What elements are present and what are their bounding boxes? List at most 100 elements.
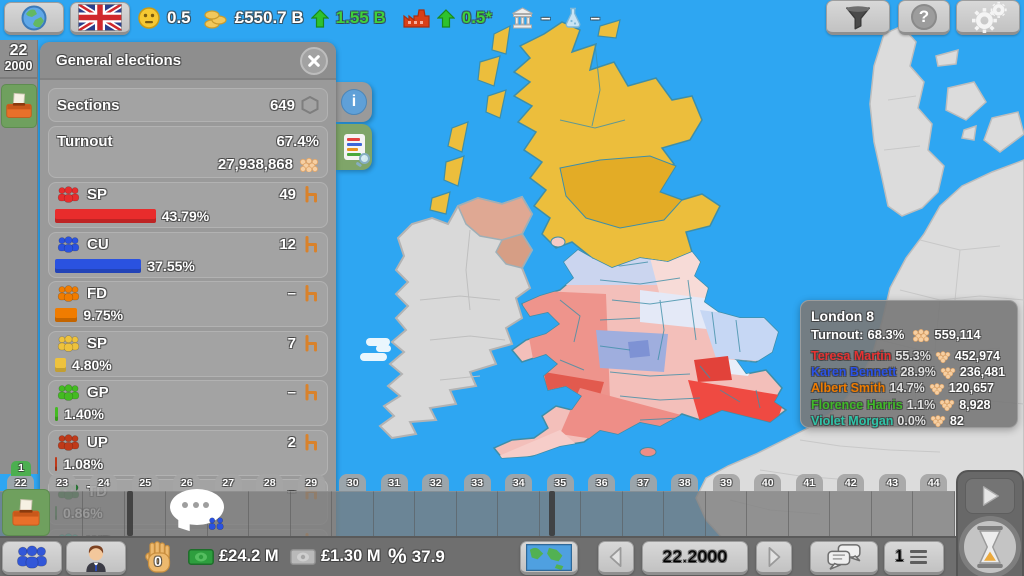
- approval-value: 37.9: [412, 547, 445, 567]
- week-column: [83, 491, 125, 536]
- panel-header: General elections: [40, 42, 336, 80]
- week-number: 23: [49, 474, 76, 491]
- sections-value: 649: [270, 97, 295, 114]
- timeline-week[interactable]: 31: [374, 474, 416, 536]
- party-abbr: SP: [87, 335, 107, 352]
- timeline-week[interactable]: 39: [706, 474, 748, 536]
- treasury-change: 1.55 B: [336, 8, 386, 28]
- info-icon: i: [341, 89, 367, 115]
- candidate-list: Teresa Martin 55.3% 452,974 Karen Bennet…: [811, 348, 1007, 429]
- date-year: 2000: [0, 60, 37, 73]
- close-button[interactable]: [300, 47, 328, 75]
- cash-indicator: £24.2 M: [188, 547, 279, 566]
- sections-card[interactable]: Sections 649: [48, 88, 328, 122]
- party-row[interactable]: SP 7 4.80%: [48, 331, 328, 377]
- party-seats: 49: [279, 186, 296, 203]
- candidate-votes: 8,928: [959, 396, 990, 414]
- party-row[interactable]: SP 49 43.79%: [48, 182, 328, 228]
- timeline-week[interactable]: 30: [332, 474, 374, 536]
- week-column: [415, 491, 457, 536]
- current-date-button[interactable]: 22.2000: [642, 541, 748, 575]
- people-group-icon: [15, 545, 49, 569]
- close-icon: [308, 54, 320, 68]
- week-column: [374, 491, 416, 536]
- party-row[interactable]: GP – 1.40%: [48, 380, 328, 426]
- tab-inspect-results[interactable]: [336, 124, 372, 170]
- next-week-button[interactable]: [756, 541, 792, 575]
- speech-event-marker[interactable]: [168, 487, 226, 531]
- turnout-card[interactable]: Turnout 67.4% 27,938,868: [48, 126, 328, 178]
- week-number: 42: [837, 474, 864, 491]
- filter-button[interactable]: [826, 0, 890, 35]
- week-column: [581, 491, 623, 536]
- week-column: [706, 491, 748, 536]
- timeline-week[interactable]: 35: [540, 474, 582, 536]
- party-people-icon: [57, 335, 80, 352]
- happiness-icon: [138, 7, 160, 29]
- hourglass-button[interactable]: [959, 516, 1021, 576]
- sections-label: Sections: [57, 97, 120, 114]
- politician-button[interactable]: [66, 541, 126, 575]
- party-people-mini-icon: [206, 516, 228, 531]
- help-button[interactable]: ?: [898, 0, 950, 35]
- sidebar-strip: 22 2000: [0, 40, 38, 474]
- prev-week-button[interactable]: [598, 541, 634, 575]
- crowd-icon: [912, 328, 930, 342]
- world-map-button[interactable]: [520, 541, 578, 575]
- party-row[interactable]: FD – 9.75%: [48, 281, 328, 327]
- timeline-week[interactable]: 36: [581, 474, 623, 536]
- party-row[interactable]: UP 2 1.08%: [48, 430, 328, 476]
- messages-button[interactable]: [810, 541, 878, 575]
- candidate-name: Violet Morgan: [811, 412, 893, 430]
- production-up-arrow-icon: [437, 9, 455, 28]
- candidate-row: Violet Morgan 0.0% 82: [811, 413, 1007, 429]
- arrow-right-icon: [764, 545, 784, 569]
- week-number: 35: [547, 474, 574, 491]
- seat-chair-icon: [303, 384, 319, 401]
- timeline-week[interactable]: 43: [872, 474, 914, 536]
- week-number: 25: [132, 474, 159, 491]
- party-row[interactable]: CU 12 37.55%: [48, 232, 328, 278]
- arrow-left-icon: [606, 545, 626, 569]
- population-button[interactable]: [2, 541, 62, 575]
- play-button[interactable]: [965, 478, 1015, 514]
- party-seats: 7: [288, 335, 296, 352]
- timeline-week[interactable]: 42: [830, 474, 872, 536]
- timeline-week[interactable]: 29: [291, 474, 333, 536]
- hand-counter[interactable]: 0: [144, 541, 176, 575]
- candidate-row: Teresa Martin 55.3% 452,974: [811, 348, 1007, 364]
- week-number: 36: [588, 474, 615, 491]
- crowd-icon: [940, 366, 956, 379]
- timeline-week[interactable]: 32: [415, 474, 457, 536]
- party-percent: 37.55%: [147, 258, 194, 274]
- tab-info[interactable]: i: [336, 82, 372, 122]
- candidate-row: Florence Harris 1.1% 8,928: [811, 397, 1007, 413]
- election-category-tile[interactable]: [1, 84, 37, 128]
- election-event-marker[interactable]: [2, 489, 50, 536]
- week-number: 43: [879, 474, 906, 491]
- week-number: 29: [298, 474, 325, 491]
- week-column: [872, 491, 914, 536]
- party-vote-bar: 43.79%: [55, 208, 209, 224]
- funds2-indicator: £1.30 M: [290, 547, 381, 566]
- party-abbr: UP: [87, 434, 108, 451]
- timeline-week[interactable]: 34: [498, 474, 540, 536]
- week-number: 31: [381, 474, 408, 491]
- timeline-week[interactable]: 33: [457, 474, 499, 536]
- week-column: [457, 491, 499, 536]
- settings-button[interactable]: [956, 0, 1020, 35]
- factory-icon: [403, 8, 430, 28]
- timeline-week[interactable]: 40: [747, 474, 789, 536]
- timeline-week[interactable]: 44: [913, 474, 955, 536]
- constituency-tooltip: London 8 Turnout: 68.3% 559,114 Teresa M…: [800, 300, 1018, 428]
- globe-icon: [20, 4, 48, 32]
- timeline-week[interactable]: 41: [789, 474, 831, 536]
- timeline-week[interactable]: 24: [83, 474, 125, 536]
- country-flag-button[interactable]: [70, 2, 130, 35]
- timeline-week[interactable]: 38: [664, 474, 706, 536]
- timeline-week[interactable]: 28: [249, 474, 291, 536]
- week-number: 30: [339, 474, 366, 491]
- event-list-button[interactable]: 1: [884, 541, 944, 575]
- timeline-week[interactable]: 37: [623, 474, 665, 536]
- globe-button[interactable]: [4, 2, 64, 35]
